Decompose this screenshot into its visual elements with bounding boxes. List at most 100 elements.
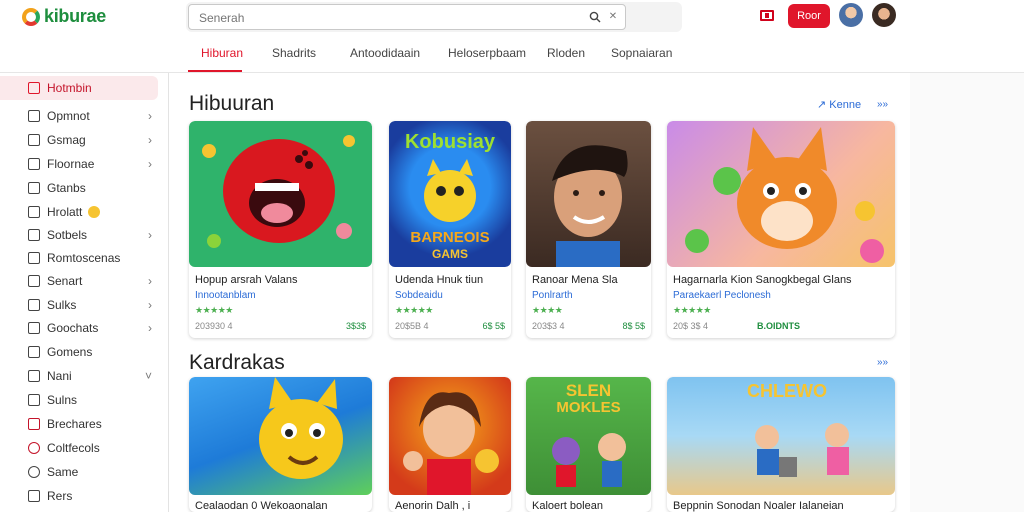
logo[interactable]: kiburae [22,6,106,27]
list-icon [28,252,40,264]
sidebar-item-8[interactable]: Romtoscenas [0,246,158,270]
card-price: B.OIDNTS [757,321,801,331]
sidebar-item-label: Sotbels [47,228,88,242]
tab-3[interactable]: Antoodidaain [350,46,420,60]
chevron-right-icon: › [148,133,152,147]
pen-icon [28,346,40,358]
more-arrow-icon[interactable]: »» [877,99,888,110]
art-title-3: GAMS [432,247,468,261]
card-title: Ranoar Mena Sla [532,274,618,286]
sidebar-item-10[interactable]: Sulks › [0,293,158,317]
sidebar-item-label: Sulns [47,393,78,407]
art-title: Kobusiay [404,131,496,153]
file-icon [28,158,40,170]
sidebar-item-4[interactable]: Floornae › [0,152,158,176]
app-card[interactable]: Ranoar Mena Sla Ponlrarth ★★★★ 203$3 4 8… [526,121,651,338]
sidebar-item-1[interactable]: Hotmbin [0,76,158,100]
card-title: Kaloert bolean [532,500,603,512]
app-window: kiburae ✕ Roor Hiburan Shadrits Antoodid… [0,0,1024,512]
more-arrow-icon[interactable]: »» [877,357,888,368]
sidebar-item-18[interactable]: Rers [0,484,158,508]
sidebar-item-label: Goochats [47,321,99,335]
sidebar-item-label: Sulks [47,298,77,312]
sidebar-item-2[interactable]: Opmnot › [0,104,158,128]
sidebar-item-label: Hotmbin [47,81,92,95]
search-box[interactable]: ✕ [188,4,626,30]
sidebar-item-6[interactable]: Hrolatt [0,200,158,224]
search-icon[interactable] [589,11,601,23]
app-icon [28,82,40,94]
art-title: SLEN [565,381,612,400]
category-tabs: Hiburan Shadrits Antoodidaain Heloserpba… [186,40,1024,72]
sidebar-item-3[interactable]: Gsmag › [0,128,158,152]
tab-2[interactable]: Shadrits [272,46,316,60]
sidebar-item-14[interactable]: Sulns [0,388,158,412]
book-icon [28,370,40,382]
header-action-button[interactable]: Roor [788,4,830,28]
sidebar-item-label: Nani [47,369,72,383]
bookmark-icon [28,206,40,218]
music-icon [28,299,40,311]
star-rating: ★★★★★ [673,305,711,315]
search-icon [28,466,40,478]
sidebar-item-16[interactable]: Coltfecols [0,436,158,460]
search-input[interactable] [199,10,559,26]
tab-4[interactable]: Heloserpbaam [448,46,526,60]
tab-6[interactable]: Sopnaiaran [611,46,672,60]
app-thumbnail [526,121,651,267]
app-card[interactable]: Aenorin Dalh , i [389,377,511,512]
chat-icon [28,322,40,334]
card-meta: 20$ 3$ 4 [673,321,709,331]
sidebar-item-17[interactable]: Same [0,460,158,484]
sidebar-item-9[interactable]: Senart › [0,269,158,293]
app-thumbnail: CHLEWO [667,377,895,495]
card-meta: 20$5B 4 [395,321,429,331]
app-card[interactable]: Kobusiay BARNEOIS GAMS Udenda Hnuk tiun … [389,121,511,338]
sidebar-item-12[interactable]: Gomens [0,340,158,364]
chevron-right-icon: › [148,321,152,335]
sidebar: Hotmbin Opmnot › Gsmag › Floornae › Gtanbs … [0,73,169,512]
chevron-right-icon: › [148,228,152,242]
tab-hiburan[interactable]: Hiburan [201,46,243,60]
avatar[interactable] [872,3,896,27]
sidebar-item-13[interactable]: Nani ˅ [0,364,158,388]
card-price: 6$ 5$ [482,321,505,331]
sidebar-item-label: Opmnot [47,109,90,123]
section-title: Kardrakas [189,351,285,374]
fox-illustration [685,127,884,263]
app-thumbnail [667,121,895,267]
sidebar-item-15[interactable]: Brechares [0,412,158,436]
app-thumbnail: SLEN MOKLES [526,377,651,495]
sidebar-item-7[interactable]: Sotbels › [0,223,158,247]
app-card[interactable]: Hopup arsrah Valans Innootanblam ★★★★★ 2… [189,121,372,338]
sidebar-item-label: Gtanbs [47,181,86,195]
app-card[interactable]: Hagarnarla Kion Sanogkbegal Glans Paraek… [667,121,895,338]
sidebar-item-label: Brechares [47,417,102,431]
avatar[interactable] [839,3,863,27]
art-title: CHLEWO [747,381,827,401]
app-card[interactable]: SLEN MOKLES Kaloert bolean [526,377,651,512]
see-more-link[interactable]: ↗ Kenne [817,98,861,111]
card-developer: Innootanblam [195,290,256,301]
sidebar-item-5[interactable]: Gtanbs [0,176,158,200]
girl-illustration [403,392,499,495]
app-card[interactable]: Cealaodan 0 Wekoaonalan [189,377,372,512]
app-card[interactable]: CHLEWO Beppnin Sonodan Noaler Ialaneian [667,377,895,512]
chevron-right-icon: › [148,157,152,171]
close-icon[interactable]: ✕ [607,11,619,23]
app-thumbnail: Kobusiay BARNEOIS GAMS [389,121,511,267]
card-title: Udenda Hnuk tiun [395,274,484,286]
card-price: 8$ 5$ [622,321,645,331]
sidebar-item-11[interactable]: Goochats › [0,316,158,340]
right-margin [910,73,1024,512]
search-bar: ✕ [186,2,682,32]
user-icon [28,490,40,502]
tab-5[interactable]: Rloden [547,46,585,60]
chevron-right-icon: › [148,274,152,288]
sidebar-item-label: Rers [47,489,73,503]
sidebar-item-label: Gsmag [47,133,86,147]
card-title: Beppnin Sonodan Noaler Ialaneian [673,500,844,512]
game-icon [28,134,40,146]
flag-icon[interactable] [760,10,774,21]
share-icon [28,418,40,430]
